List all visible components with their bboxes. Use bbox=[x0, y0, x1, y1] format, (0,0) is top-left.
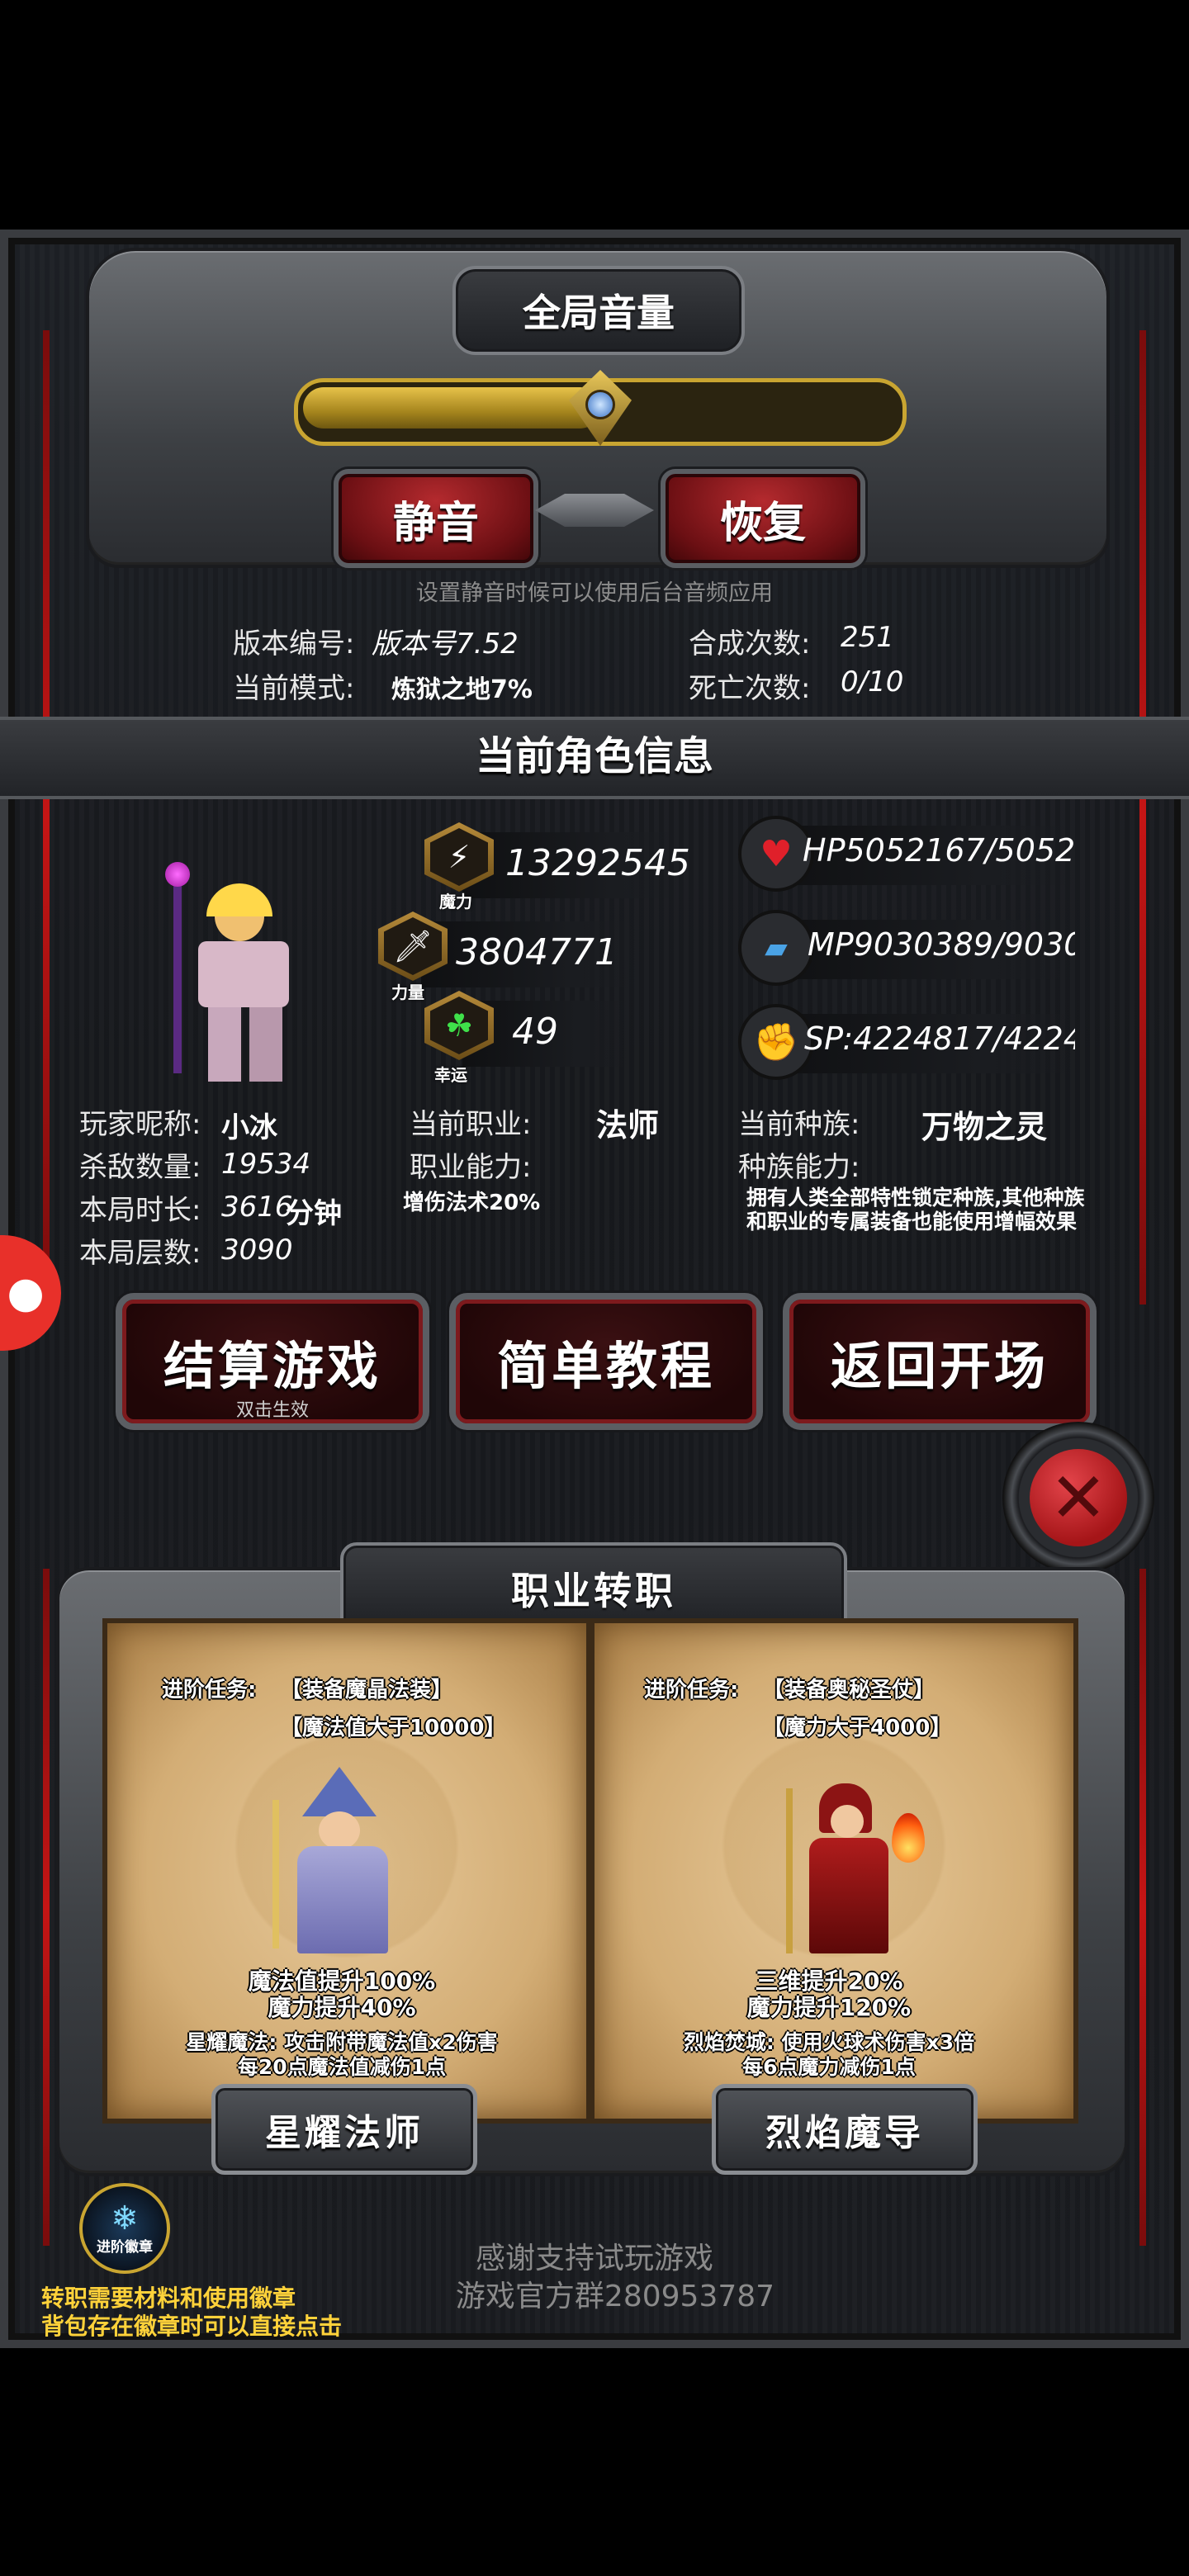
strength-value: 3804771 bbox=[456, 931, 618, 973]
nickname-value: 小冰 bbox=[221, 1111, 277, 1144]
mode-label: 当前模式: bbox=[233, 672, 355, 705]
card2-sprite-fire-mage bbox=[768, 1772, 933, 1962]
mp-text: MP9030389/903038 bbox=[808, 926, 1075, 963]
synth-label: 合成次数: bbox=[689, 627, 811, 661]
close-icon: ✕ bbox=[1030, 1449, 1127, 1546]
hp-text: HP5052167/50521 bbox=[803, 832, 1075, 869]
job-ability-value: 增伤法术20% bbox=[403, 1191, 541, 1215]
duration-unit: 分钟 bbox=[286, 1197, 342, 1230]
flame-mage-button[interactable]: 烈焰魔导 bbox=[712, 2084, 978, 2175]
magic-icon: ⚡ bbox=[430, 828, 488, 886]
settle-hint: 双击生效 bbox=[235, 1400, 309, 1421]
character-section-title: 当前角色信息 bbox=[475, 733, 713, 779]
clover-icon: ☘ bbox=[430, 997, 488, 1054]
floors-value: 3090 bbox=[221, 1234, 293, 1267]
card1-sprite-wizard bbox=[256, 1767, 421, 1957]
sword-icon: 🗡 bbox=[384, 917, 442, 975]
card1-task-line1: 【装备魔晶法装】 bbox=[281, 1678, 453, 1702]
luck-value: 49 bbox=[512, 1011, 558, 1053]
return-opening-button[interactable]: 返回开场 bbox=[783, 1293, 1097, 1430]
race-label: 当前种族: bbox=[738, 1108, 860, 1141]
race-ability-label: 种族能力: bbox=[738, 1151, 860, 1184]
left-red-trim bbox=[43, 330, 50, 1305]
magic-value: 13292545 bbox=[505, 842, 690, 884]
right-red-trim-lower bbox=[1139, 1569, 1146, 2246]
character-sprite bbox=[157, 862, 322, 1082]
card2-task-line1: 【装备奥秘圣仗】 bbox=[763, 1678, 936, 1702]
death-value: 0/10 bbox=[841, 665, 904, 698]
race-ability-value: 拥有人类全部特性锁定种族,其他种族和职业的专属装备也能使用增幅效果 bbox=[746, 1186, 1085, 1234]
duration-value: 3616 bbox=[221, 1191, 293, 1224]
tutorial-button[interactable]: 简单教程 bbox=[449, 1293, 763, 1430]
card1-bonus-line2: 魔力提升40% bbox=[268, 1994, 416, 2021]
thanks-text: 感谢支持试玩游戏 bbox=[475, 2242, 713, 2275]
version-value: 版本号7.52 bbox=[372, 627, 519, 661]
sp-text: SP:4224817/422481 bbox=[804, 1020, 1075, 1057]
strength-caption: 力量 bbox=[391, 983, 424, 1002]
duration-label: 本局时长: bbox=[79, 1194, 201, 1227]
card1-skill-line2: 每20点魔法值减伤1点 bbox=[237, 2055, 447, 2079]
restore-button[interactable]: 恢复 bbox=[661, 469, 865, 568]
mp-icon: ▰ bbox=[738, 910, 814, 986]
mode-value: 炼狱之地7% bbox=[391, 675, 533, 704]
floors-label: 本局层数: bbox=[79, 1237, 201, 1270]
left-red-trim-lower bbox=[43, 1569, 50, 2246]
job-label: 当前职业: bbox=[410, 1108, 532, 1141]
version-label: 版本编号: bbox=[233, 627, 355, 661]
card2-task-label: 进阶任务: bbox=[644, 1678, 739, 1702]
volume-slider-fill bbox=[303, 387, 600, 429]
card1-task-label: 进阶任务: bbox=[162, 1678, 257, 1702]
volume-title: 全局音量 bbox=[452, 266, 745, 355]
snowflake-icon: ❄ bbox=[111, 2199, 139, 2237]
close-button[interactable]: ✕ bbox=[1002, 1422, 1154, 1574]
strength-body-icon: ✊ bbox=[738, 1004, 814, 1080]
job-value: 法师 bbox=[596, 1107, 660, 1144]
synth-value: 251 bbox=[841, 621, 894, 654]
card1-task-line2: 【魔法值大于10000】 bbox=[281, 1716, 506, 1740]
star-mage-button[interactable]: 星耀法师 bbox=[211, 2084, 477, 2175]
volume-hint: 设置静音时候可以使用后台音频应用 bbox=[416, 580, 773, 606]
nickname-label: 玩家昵称: bbox=[79, 1108, 201, 1141]
tip-line2: 背包存在徽章时可以直接点击 bbox=[41, 2313, 343, 2340]
magic-caption: 魔力 bbox=[439, 892, 472, 912]
luck-caption: 幸运 bbox=[434, 1065, 467, 1085]
user-icon: ● bbox=[7, 1268, 45, 1318]
job-ability-label: 职业能力: bbox=[410, 1151, 532, 1184]
mute-button[interactable]: 静音 bbox=[334, 469, 538, 568]
card2-bonus-line2: 魔力提升120% bbox=[746, 1994, 912, 2021]
race-value: 万物之灵 bbox=[921, 1109, 1048, 1145]
right-red-trim bbox=[1139, 330, 1146, 1305]
death-label: 死亡次数: bbox=[689, 672, 811, 705]
card2-task-line2: 【魔力大于4000】 bbox=[763, 1716, 952, 1740]
kills-value: 19534 bbox=[221, 1148, 311, 1181]
kills-label: 杀敌数量: bbox=[79, 1151, 201, 1184]
card2-skill-line2: 每6点魔力减伤1点 bbox=[742, 2055, 916, 2079]
